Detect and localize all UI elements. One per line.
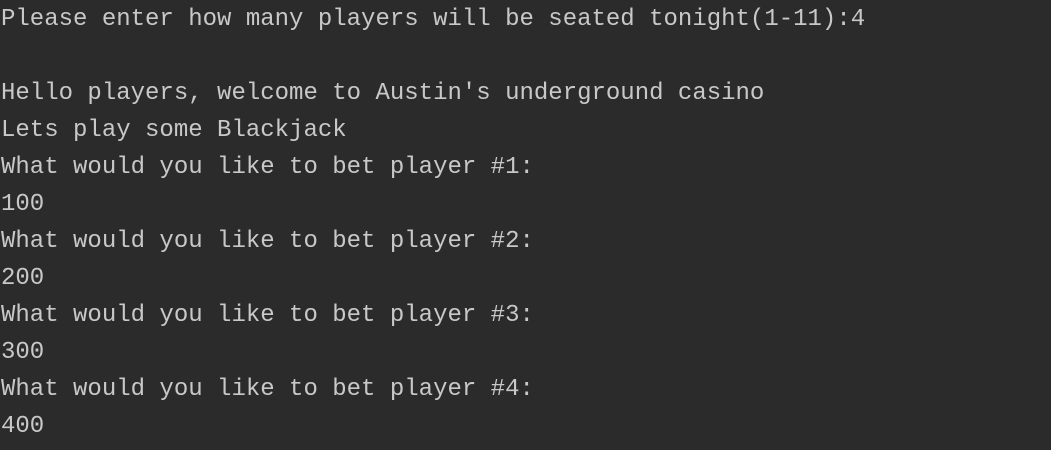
console-output[interactable]: Please enter how many players will be se…: [0, 1, 1051, 450]
bet-input-4: 400: [1, 413, 45, 440]
bet-prompt-2: What would you like to bet player #2:: [1, 228, 534, 255]
bet-input-1: 100: [1, 191, 45, 218]
bet-input-3: 300: [1, 339, 45, 366]
bet-prompt-3: What would you like to bet player #3:: [1, 302, 534, 329]
bet-prompt-1: What would you like to bet player #1:: [1, 154, 534, 181]
welcome-line: Hello players, welcome to Austin's under…: [1, 80, 765, 107]
players-input-value: 4: [850, 6, 866, 33]
game-line: Lets play some Blackjack: [1, 117, 347, 144]
bet-input-2: 200: [1, 265, 45, 292]
players-prompt-line: Please enter how many players will be se…: [1, 1, 1051, 38]
players-prompt-text: Please enter how many players will be se…: [1, 6, 851, 33]
bet-prompt-4: What would you like to bet player #4:: [1, 376, 534, 403]
